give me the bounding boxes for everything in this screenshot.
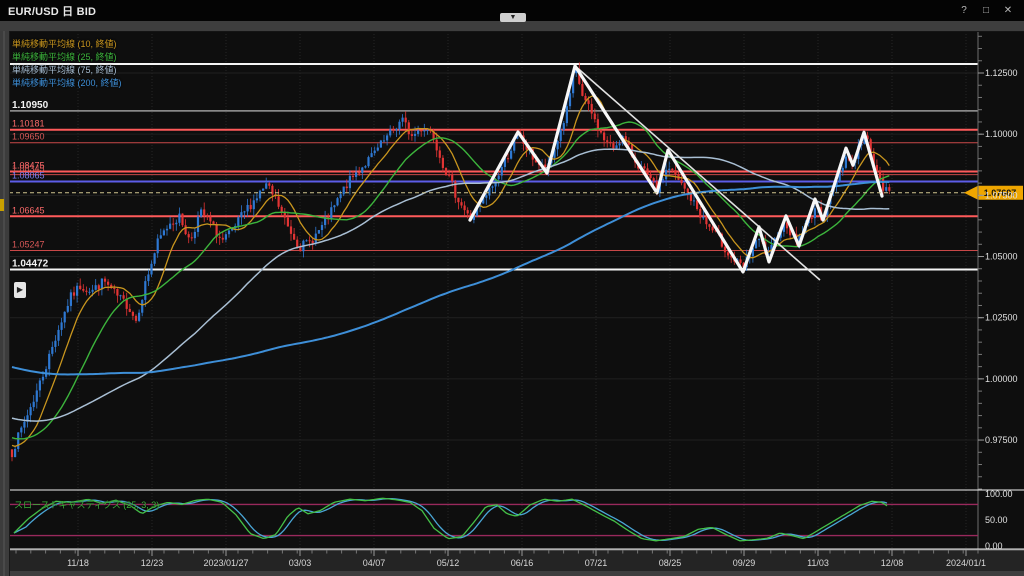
stoch-tick-label: 0.00 xyxy=(985,541,1003,551)
top-panel-strip xyxy=(0,21,1024,32)
close-button[interactable]: ✕ xyxy=(1000,5,1016,16)
price-level-label: 1.06645 xyxy=(12,205,45,215)
date-tick-label: 04/07 xyxy=(363,558,386,568)
price-level-label: 1.05247 xyxy=(12,239,45,249)
left-panel-marker xyxy=(0,199,4,211)
legend-sma-200[interactable]: 単純移動平均線 (200, 終値) xyxy=(12,77,122,90)
date-tick-label: 12/23 xyxy=(141,558,164,568)
left-collapsed-panel[interactable] xyxy=(0,31,10,576)
legend-sma-25[interactable]: 単純移動平均線 (25, 終値) xyxy=(12,51,122,64)
window-controls: ? □ ✕ xyxy=(956,5,1024,16)
stoch-tick-label: 100.00 xyxy=(985,489,1013,499)
chart-canvas[interactable]: 1.109501.101811.096501.084751.083451.080… xyxy=(0,0,1024,576)
price-level-label: 1.09650 xyxy=(12,132,45,142)
bottom-strip xyxy=(0,571,1024,576)
price-tick-label: 1.12500 xyxy=(985,68,1018,78)
date-tick-label: 08/25 xyxy=(659,558,682,568)
date-tick-label: 03/03 xyxy=(289,558,312,568)
legend-sma-10[interactable]: 単純移動平均線 (10, 終値) xyxy=(12,38,122,51)
price-level-label: 1.04472 xyxy=(12,258,49,269)
panel-collapse-button[interactable]: ▼ xyxy=(500,13,526,22)
window-title: EUR/USD 日 BID xyxy=(0,3,96,19)
price-tick-label: 1.02500 xyxy=(985,313,1018,323)
date-tick-label: 09/29 xyxy=(733,558,756,568)
price-tick-label: 1.05000 xyxy=(985,252,1018,262)
price-tick-label: 1.10000 xyxy=(985,129,1018,139)
chevron-down-icon: ▼ xyxy=(510,14,517,21)
date-tick-label: 11/18 xyxy=(67,558,89,568)
price-level-label: 1.10181 xyxy=(12,119,45,129)
date-tick-label: 12/08 xyxy=(881,558,904,568)
maximize-button[interactable]: □ xyxy=(978,5,994,16)
stochastics-label[interactable]: スローストキャスティクス (25, 3, 3) xyxy=(14,498,159,511)
price-level-label: 1.10950 xyxy=(12,100,49,111)
price-tick-label: 1.00000 xyxy=(985,374,1018,384)
indicator-legend: 単純移動平均線 (10, 終値) 単純移動平均線 (25, 終値) 単純移動平均… xyxy=(12,38,122,90)
price-level-label: 1.08065 xyxy=(12,171,45,181)
date-tick-label: 07/21 xyxy=(585,558,608,568)
panel-expand-button[interactable]: ▶ xyxy=(14,282,26,298)
price-tick-label: 1.07500 xyxy=(985,190,1018,200)
plot-background xyxy=(9,31,1024,550)
date-tick-label: 2023/01/27 xyxy=(203,558,248,568)
price-tick-label: 0.97500 xyxy=(985,435,1018,445)
legend-sma-75[interactable]: 単純移動平均線 (75, 終値) xyxy=(12,64,122,77)
chevron-right-icon: ▶ xyxy=(17,285,23,294)
help-button[interactable]: ? xyxy=(956,5,972,16)
date-tick-label: 06/16 xyxy=(511,558,534,568)
date-tick-label: 2024/01/1 xyxy=(946,558,986,568)
stoch-tick-label: 50.00 xyxy=(985,515,1008,525)
date-tick-label: 05/12 xyxy=(437,558,460,568)
date-tick-label: 11/03 xyxy=(807,558,829,568)
